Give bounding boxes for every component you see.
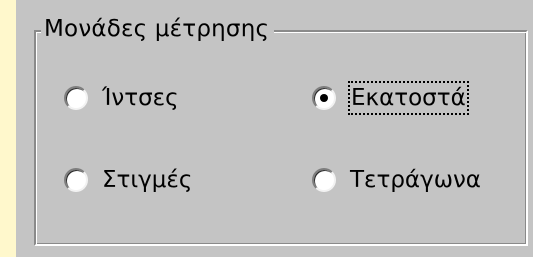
radio-button-centimeters[interactable] bbox=[312, 86, 336, 110]
radio-button-points[interactable] bbox=[64, 168, 88, 192]
units-dialog-panel: Μονάδες μέτρησης Ίντσες Εκατοστά Στιγμές… bbox=[16, 0, 533, 257]
radio-option-squares[interactable]: Τετράγωνα bbox=[312, 165, 481, 195]
radio-option-centimeters[interactable]: Εκατοστά bbox=[312, 81, 469, 115]
units-groupbox bbox=[34, 30, 528, 246]
groupbox-title: Μονάδες μέτρησης bbox=[41, 14, 275, 44]
radio-label-centimeters[interactable]: Εκατοστά bbox=[348, 81, 469, 115]
radio-button-inches[interactable] bbox=[64, 86, 88, 110]
radio-label-points[interactable]: Στιγμές bbox=[102, 165, 192, 195]
radio-label-inches[interactable]: Ίντσες bbox=[102, 83, 179, 113]
radio-option-points[interactable]: Στιγμές bbox=[64, 165, 192, 195]
radio-selected-dot-icon bbox=[320, 94, 328, 102]
radio-label-squares[interactable]: Τετράγωνα bbox=[350, 165, 481, 195]
radio-button-squares[interactable] bbox=[312, 168, 336, 192]
radio-option-inches[interactable]: Ίντσες bbox=[64, 83, 179, 113]
